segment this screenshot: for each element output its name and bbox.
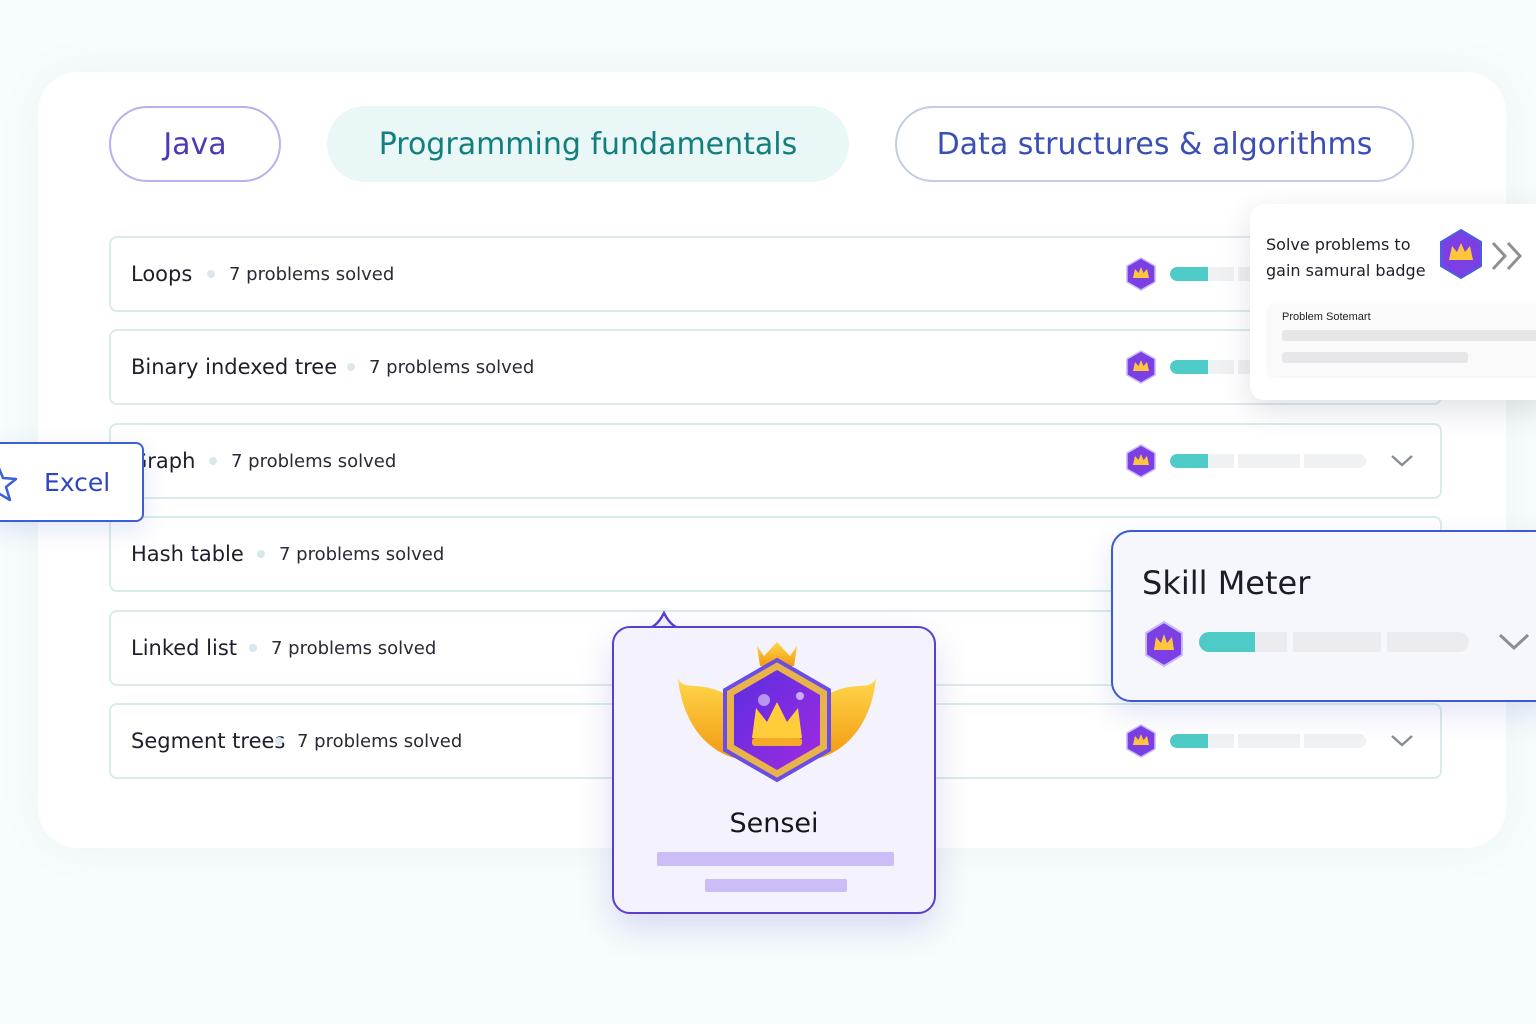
topic-name: Hash table — [131, 542, 244, 566]
skill-meter-title: Skill Meter — [1142, 564, 1311, 602]
skill-progress-bar — [1199, 632, 1469, 652]
topic-meta: 7 problems solved — [347, 357, 534, 378]
topic-name: Linked list — [131, 636, 238, 660]
topic-row[interactable]: Loops 7 problems solved — [109, 236, 1442, 312]
tab-programming-fundamentals[interactable]: Programming fundamentals — [327, 106, 849, 182]
topic-name: Binary indexed tree — [131, 355, 338, 379]
separator-dot — [257, 550, 265, 558]
separator-dot — [207, 270, 215, 278]
placeholder-line — [705, 879, 847, 892]
separator-dot — [209, 457, 217, 465]
badge-icon — [1145, 620, 1183, 668]
separator-dot — [275, 737, 283, 745]
badge-icon — [1126, 724, 1156, 758]
topic-meta: 7 problems solved — [249, 638, 436, 659]
problem-title: Problem Sotemart — [1282, 311, 1371, 323]
progress-bar — [1170, 734, 1366, 748]
topic-name: Segment trees — [131, 729, 286, 753]
solved-count: 7 problems solved — [297, 730, 463, 752]
double-chevron-right-icon[interactable] — [1490, 240, 1530, 272]
separator-dot — [347, 363, 355, 371]
placeholder-line — [1282, 352, 1468, 363]
chevron-down-icon[interactable] — [1389, 733, 1415, 749]
topic-name: Loops — [131, 262, 193, 286]
tab-data-structures-algorithms[interactable]: Data structures & algorithms — [895, 106, 1414, 182]
solved-count: 7 problems solved — [279, 543, 445, 565]
placeholder-line — [657, 852, 894, 866]
chevron-down-icon[interactable] — [1497, 632, 1531, 652]
solved-count: 7 problems solved — [229, 263, 395, 285]
skill-meter-card: Skill Meter — [1111, 530, 1536, 702]
placeholder-line — [1282, 330, 1536, 341]
separator-dot — [249, 644, 257, 652]
topic-meta: 7 problems solved — [275, 731, 462, 752]
solved-count: 7 problems solved — [271, 637, 437, 659]
topic-meta: 7 problems solved — [207, 264, 394, 285]
excel-label: Excel — [44, 467, 111, 497]
topic-row[interactable]: Graph 7 problems solved — [109, 423, 1442, 499]
badge-hint-card: Solve problems to gain samural badge Pro… — [1250, 204, 1536, 400]
page: Java Programming fundamentals Data struc… — [0, 0, 1536, 1024]
crown-badge-icon — [678, 642, 876, 783]
problem-preview[interactable]: Problem Sotemart — [1268, 304, 1536, 376]
hint-text: Solve problems to gain samural badge — [1266, 235, 1426, 280]
excel-chip[interactable]: Excel — [0, 442, 144, 522]
badge-icon — [1126, 257, 1156, 291]
badge-icon — [1440, 228, 1482, 280]
tab-java[interactable]: Java — [109, 106, 281, 182]
solved-count: 7 problems solved — [369, 356, 535, 378]
star-icon — [0, 467, 18, 502]
topic-meta: 7 problems solved — [257, 544, 444, 565]
badge-name: Sensei — [729, 808, 819, 839]
chevron-down-icon[interactable] — [1389, 453, 1415, 469]
topic-row[interactable]: Binary indexed tree 7 problems solved — [109, 329, 1442, 405]
sensei-badge-card: Sensei — [612, 626, 936, 914]
progress-bar — [1170, 454, 1366, 468]
badge-icon — [1126, 350, 1156, 384]
topic-meta: 7 problems solved — [209, 451, 396, 472]
solved-count: 7 problems solved — [231, 450, 397, 472]
badge-icon — [1126, 444, 1156, 478]
